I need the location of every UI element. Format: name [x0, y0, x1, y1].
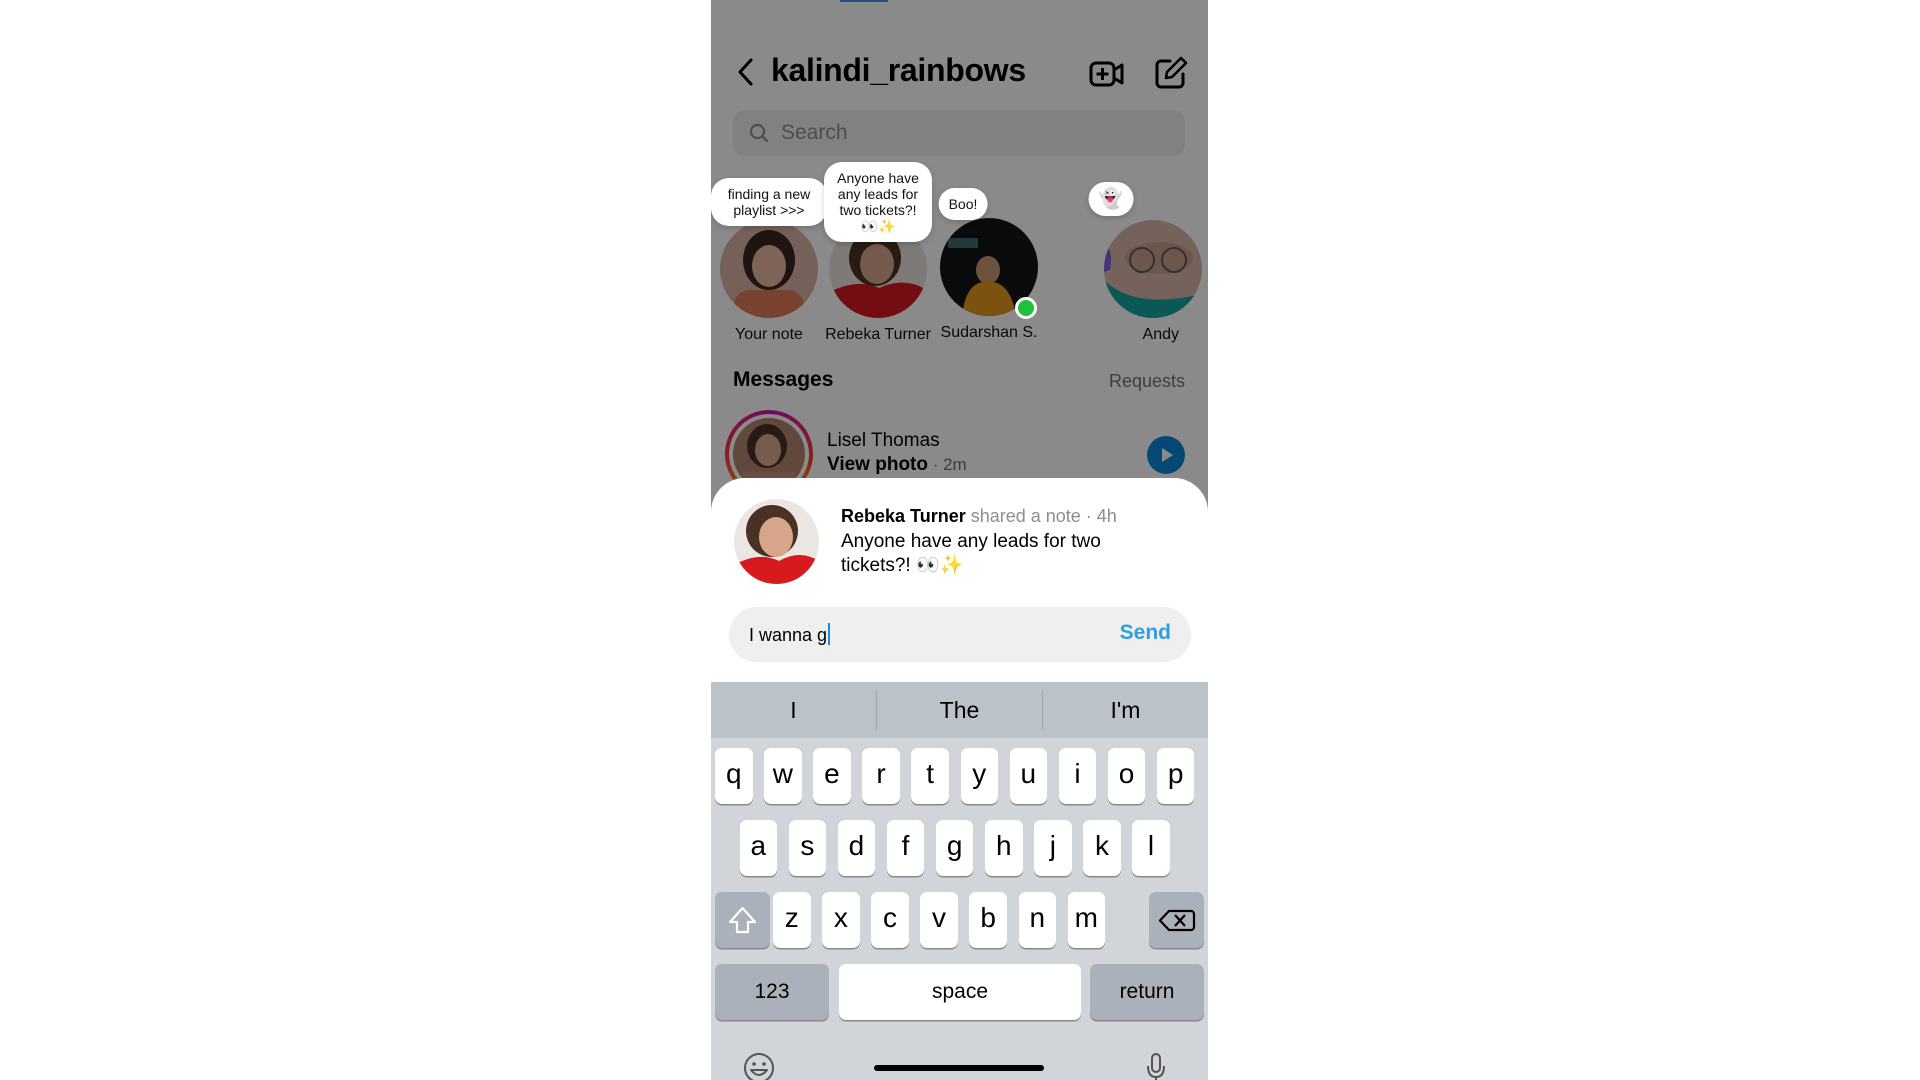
numbers-key[interactable]: 123 [715, 964, 829, 1020]
note-name: Sudarshan S. [940, 324, 1038, 341]
note-reply-sheet: Rebeka Turner shared a note · 4h Anyone … [711, 478, 1208, 1080]
play-button[interactable] [1147, 436, 1185, 474]
key-l[interactable]: l [1132, 820, 1170, 876]
key-u[interactable]: u [1009, 748, 1048, 804]
key-m[interactable]: m [1067, 892, 1106, 948]
shift-icon [728, 906, 757, 934]
avatar-photo [1104, 220, 1202, 318]
note-author-name: Rebeka Turner [841, 506, 966, 526]
key-t[interactable]: t [911, 748, 949, 804]
text-caret [828, 623, 831, 645]
suggestion-item[interactable]: I'm [1043, 682, 1208, 738]
avatar-photo [734, 499, 819, 584]
key-z[interactable]: z [773, 892, 811, 948]
conversation-preview: View photo · 2m [827, 454, 967, 476]
key-w[interactable]: w [764, 748, 802, 804]
account-title[interactable]: kalindi_rainbows [771, 52, 1026, 89]
home-indicator[interactable] [874, 1065, 1044, 1071]
key-j[interactable]: j [1034, 820, 1072, 876]
note-meta: shared a note · 4h [965, 506, 1117, 526]
requests-link[interactable]: Requests [1109, 371, 1185, 392]
key-o[interactable]: o [1107, 748, 1146, 804]
delete-key[interactable] [1149, 892, 1204, 948]
key-e[interactable]: e [813, 748, 851, 804]
key-s[interactable]: s [788, 820, 827, 876]
key-c[interactable]: c [871, 892, 909, 948]
phone-screen: kalindi_rainbows Search finding a new pl… [711, 0, 1208, 1080]
preview-action: View photo [827, 454, 928, 475]
key-d[interactable]: d [837, 820, 876, 876]
key-p[interactable]: p [1156, 748, 1195, 804]
key-i[interactable]: i [1058, 748, 1097, 804]
reply-input-field[interactable]: I wanna g [749, 623, 831, 646]
message-row[interactable]: Lisel Thomas View photo · 2m [711, 410, 1208, 498]
search-placeholder: Search [781, 121, 848, 144]
suggestion-bar: I The I'm [711, 682, 1208, 738]
note-item[interactable]: Boo! Sudarshan S. [924, 168, 1054, 348]
microphone-icon[interactable] [1145, 1052, 1167, 1080]
key-q[interactable]: q [715, 748, 753, 804]
preview-time: · 2m [927, 455, 967, 474]
note-item[interactable]: 👻 Andy [1056, 168, 1202, 348]
key-r[interactable]: r [862, 748, 900, 804]
avatar [720, 220, 818, 318]
online-status-dot [1015, 297, 1037, 319]
conversation-name: Lisel Thomas [827, 430, 940, 451]
space-key[interactable]: space [839, 964, 1081, 1020]
send-button[interactable]: Send [1120, 621, 1171, 645]
compose-edit-icon[interactable] [1154, 56, 1188, 90]
chevron-left-icon[interactable] [733, 56, 761, 88]
keyboard: I The I'm qwertyuiop asdfghjkl z x c v b… [711, 682, 1208, 1080]
return-key[interactable]: return [1090, 964, 1204, 1020]
note-bubble: Anyone have any leads for two tickets?! … [824, 162, 932, 242]
note-bubble: Boo! [938, 188, 988, 220]
key-g[interactable]: g [935, 820, 974, 876]
inbox-header: kalindi_rainbows [711, 48, 1208, 96]
key-v[interactable]: v [920, 892, 958, 948]
backspace-icon [1158, 909, 1196, 932]
suggestion-item[interactable]: I [711, 682, 876, 738]
search-input[interactable]: Search [733, 110, 1185, 156]
note-author-avatar [734, 499, 819, 584]
suggestion-item[interactable]: The [877, 682, 1042, 738]
emoji-icon[interactable] [743, 1052, 775, 1080]
reply-input[interactable]: I wanna g Send [729, 607, 1191, 662]
key-a[interactable]: a [739, 820, 777, 876]
key-h[interactable]: h [985, 820, 1023, 876]
key-n[interactable]: n [1018, 892, 1056, 948]
avatar [1104, 220, 1202, 318]
note-text: Anyone have any leads for two tickets?! … [841, 531, 1101, 576]
notes-tray: finding a new playlist >>> Your note Any… [711, 162, 1208, 348]
key-y[interactable]: y [960, 748, 998, 804]
note-name: Andy [1142, 326, 1179, 343]
search-icon [749, 123, 769, 143]
shift-key[interactable] [715, 892, 770, 948]
video-call-add-icon[interactable] [1089, 58, 1125, 90]
note-bubble: 👻 [1088, 182, 1134, 216]
key-f[interactable]: f [886, 820, 925, 876]
key-b[interactable]: b [969, 892, 1007, 948]
note-author-line: Rebeka Turner shared a note · 4h [841, 506, 1117, 527]
top-strip-fill [840, 0, 888, 2]
messages-heading: Messages [733, 368, 834, 391]
reply-input-value: I wanna g [749, 625, 828, 645]
key-x[interactable]: x [822, 892, 860, 948]
play-icon [1162, 448, 1173, 462]
key-k[interactable]: k [1083, 820, 1121, 876]
note-bubble: finding a new playlist >>> [711, 178, 827, 226]
avatar-photo [720, 220, 818, 318]
